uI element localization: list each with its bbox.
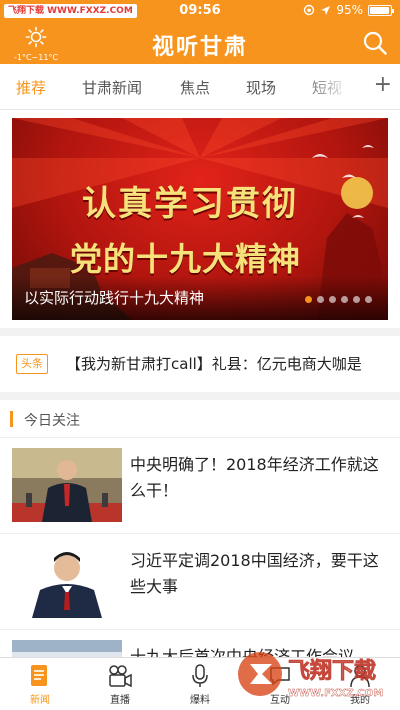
headline-badge: 头条 <box>16 354 48 374</box>
section-header: 今日关注 <box>0 400 400 438</box>
tab-recommend[interactable]: 推荐 <box>16 77 46 98</box>
bottom-tab-report[interactable]: 爆料 <box>170 664 230 706</box>
news-title: 习近平定调2018中国经济，要干这些大事 <box>130 551 379 596</box>
location-arrow-icon <box>321 5 331 15</box>
watermark-logo: 飞翔下载 WWW.FXXZ.COM <box>238 652 383 699</box>
news-thumbnail <box>12 544 122 618</box>
search-button[interactable] <box>362 30 388 56</box>
banner-section: 认真学习贯彻 党的十九大精神 以实际行动践行十九大精神 <box>0 110 400 328</box>
video-camera-icon <box>109 665 132 688</box>
channel-tabs: 推荐 甘肃新闻 焦点 现场 短视 + <box>0 64 400 110</box>
news-item[interactable]: 中央明确了！2018年经济工作就这么干！ <box>0 438 400 534</box>
news-icon <box>31 665 47 686</box>
news-list: 中央明确了！2018年经济工作就这么干！ 习近平定调2018中国经济，要干这些大… <box>0 438 400 657</box>
news-thumbnail <box>12 448 122 522</box>
plus-icon[interactable]: + <box>374 72 392 97</box>
top-nav-bar: -1°C~11°C 视听甘肃 <box>0 22 400 64</box>
tab-scene[interactable]: 现场 <box>246 77 276 98</box>
app-title: 视听甘肃 <box>151 34 248 60</box>
banner-headline-2: 党的十九大精神 <box>70 240 302 278</box>
bottom-tab-label: 新闻 <box>30 695 50 706</box>
lock-rotation-icon <box>304 4 315 16</box>
news-title: 中央明确了！2018年经济工作就这么干！ <box>130 455 379 500</box>
bottom-tab-label: 爆料 <box>190 695 210 706</box>
bottom-tab-label: 直播 <box>110 695 130 706</box>
status-right: 95% <box>303 3 394 17</box>
carousel-dot[interactable] <box>305 296 312 303</box>
carousel-indicator <box>305 296 372 303</box>
news-thumbnail <box>12 640 122 657</box>
microphone-icon <box>192 664 208 687</box>
bottom-tab-news[interactable]: 新闻 <box>10 664 70 706</box>
carousel-dot[interactable] <box>329 296 336 303</box>
battery-percent: 95% <box>336 3 363 17</box>
bottom-tab-live[interactable]: 直播 <box>90 664 150 706</box>
carousel-dot[interactable] <box>317 296 324 303</box>
banner-caption: 以实际行动践行十九大精神 <box>24 289 205 307</box>
tab-focus[interactable]: 焦点 <box>180 77 210 98</box>
section-accent-bar <box>10 411 13 427</box>
carousel-dot[interactable] <box>365 296 372 303</box>
watermark-url: WWW.FXXZ.COM <box>288 688 383 699</box>
headline-text[interactable]: 【我为新甘肃打call】礼县：亿元电商大咖是 <box>66 353 362 374</box>
banner-carousel[interactable]: 认真学习贯彻 党的十九大精神 以实际行动践行十九大精神 <box>12 118 388 320</box>
news-item[interactable]: 习近平定调2018中国经济，要干这些大事 <box>0 534 400 630</box>
section-title: 今日关注 <box>24 413 80 429</box>
search-icon <box>363 31 387 55</box>
battery-icon <box>368 4 394 16</box>
tab-gansu-news[interactable]: 甘肃新闻 <box>82 77 142 98</box>
carousel-dot[interactable] <box>353 296 360 303</box>
status-bar: 飞翔下载 WWW.FXXZ.COM 09:56 95% <box>0 0 400 22</box>
watermark-title: 飞翔下载 <box>288 658 376 684</box>
headline-ticker[interactable]: 头条 【我为新甘肃打call】礼县：亿元电商大咖是 <box>0 336 400 392</box>
carousel-dot[interactable] <box>341 296 348 303</box>
tab-fade-overlay <box>300 64 370 109</box>
banner-headline-1: 认真学习贯彻 <box>82 184 298 224</box>
